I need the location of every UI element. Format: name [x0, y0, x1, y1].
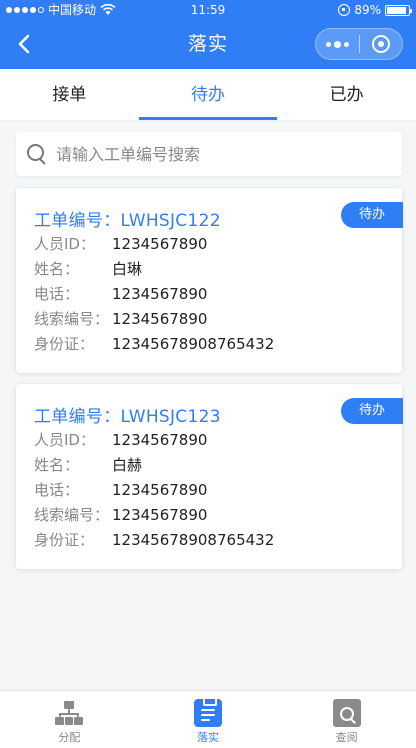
- status-badge: 待办: [341, 398, 403, 424]
- battery-icon: [385, 4, 412, 16]
- tab-bar: 接单 待办 已办: [0, 69, 416, 121]
- mini-program-capsule: [315, 28, 403, 60]
- org-chart-icon: [55, 699, 84, 727]
- phone-row: 电话： 1234567890: [34, 481, 208, 499]
- nav-label: 分配: [58, 731, 81, 744]
- nav-label: 落实: [197, 731, 219, 744]
- search-box: [16, 132, 402, 176]
- status-badge: 待办: [341, 202, 403, 228]
- search-document-icon: [332, 699, 361, 727]
- bottom-nav: 分配 落实 查阅: [0, 690, 416, 748]
- id-card-row: 身份证： 12345678908765432: [34, 531, 275, 549]
- nav-item-implement[interactable]: 落实: [139, 691, 278, 748]
- tab-accept[interactable]: 接单: [0, 69, 139, 120]
- tab-done[interactable]: 已办: [277, 69, 416, 120]
- clipboard-icon: [194, 697, 222, 727]
- nav-item-assign[interactable]: 分配: [0, 691, 139, 748]
- rotation-lock-icon: [338, 4, 351, 16]
- top-bar: 中国移动 11:59 89% 落实: [0, 0, 416, 69]
- more-menu-icon[interactable]: [316, 29, 359, 59]
- person-id-row: 人员ID： 1234567890: [34, 431, 208, 449]
- order-number: 工单编号：LWHSJC122: [34, 211, 221, 231]
- name-row: 姓名： 白赫: [34, 456, 143, 474]
- person-id-row: 人员ID： 1234567890: [34, 235, 208, 253]
- back-arrow-icon[interactable]: [14, 33, 36, 55]
- phone-row: 电话： 1234567890: [34, 285, 208, 303]
- order-number: 工单编号：LWHSJC123: [34, 407, 221, 427]
- search-input[interactable]: [56, 132, 402, 176]
- close-mini-program-icon[interactable]: [360, 29, 403, 59]
- clue-number-row: 线索编号： 1234567890: [34, 310, 208, 328]
- id-card-row: 身份证： 12345678908765432: [34, 335, 275, 353]
- clue-number-row: 线索编号： 1234567890: [34, 506, 208, 524]
- work-order-card[interactable]: 工单编号：LWHSJC123 待办 人员ID： 1234567890 姓名： 白赫 …: [16, 384, 403, 569]
- nav-bar: 落实: [0, 20, 416, 69]
- work-order-card[interactable]: 工单编号：LWHSJC122 待办 人员ID： 1234567890 姓名： 白琳 …: [16, 188, 403, 373]
- battery-percent: 89%: [354, 3, 381, 17]
- nav-item-review[interactable]: 查阅: [277, 691, 416, 748]
- search-icon: [26, 143, 48, 165]
- name-row: 姓名： 白琳: [34, 260, 143, 278]
- nav-label: 查阅: [335, 731, 358, 744]
- tab-pending[interactable]: 待办: [138, 69, 278, 120]
- status-bar: 中国移动 11:59 89%: [0, 0, 416, 20]
